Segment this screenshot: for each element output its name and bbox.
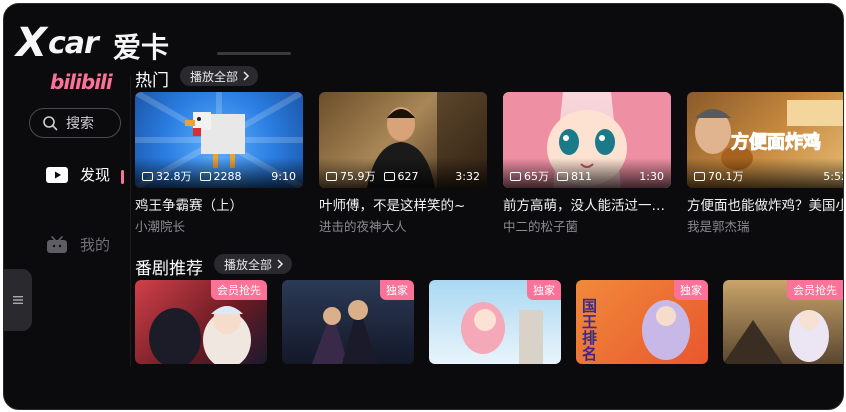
video-duration: 9:10: [271, 169, 296, 183]
exclusive-badge: 独家: [674, 280, 708, 300]
video-stats: 65万 811 1:30: [510, 168, 664, 184]
sidebar-item-mine[interactable]: 我的: [46, 234, 110, 255]
sidebar-divider: [130, 76, 131, 366]
video-thumbnail: 32.8万 2288 9:10: [135, 92, 303, 188]
play-all-label: 播放全部: [224, 257, 273, 272]
video-author: 中二的松子菌: [503, 219, 579, 234]
poster-overlay-text: 国王排名: [582, 297, 598, 363]
section-title-anime: 番剧推荐: [135, 259, 203, 279]
section-title-hot: 热门: [135, 71, 169, 91]
video-duration: 1:30: [639, 169, 664, 183]
views-icon: [510, 171, 521, 181]
video-title: 叶师傅，不是这样笑的~: [319, 198, 466, 214]
sidebar-item-discover[interactable]: 发现: [46, 164, 110, 185]
watermark-cn: 爱卡: [113, 31, 170, 64]
exclusive-badge: 独家: [527, 280, 561, 300]
video-thumbnail: 方便面炸鸡 70.1万 5:52: [687, 92, 843, 188]
views-icon: [326, 171, 337, 181]
exclusive-badge: 独家: [380, 280, 414, 300]
device-frame: X car 爱卡 bilibili 搜索 发现 我的 热门 播放全部 32.8万…: [0, 0, 846, 412]
video-card[interactable]: 65万 811 1:30 前方高萌，没人能活过一… 中二的松子菌: [503, 92, 671, 235]
bilibili-logo: bilibili: [50, 70, 113, 94]
video-title: 前方高萌，没人能活过一…: [503, 198, 665, 214]
chevron-right-icon: [277, 259, 284, 269]
video-thumbnail: 75.9万 627 3:32: [319, 92, 487, 188]
video-duration: 5:52: [823, 169, 843, 183]
danmaku-icon: [557, 171, 568, 181]
vip-badge: 会员抢先: [787, 280, 843, 300]
sidebar: X car 爱卡 bilibili 搜索 发现 我的: [4, 4, 169, 409]
play-all-hot-button[interactable]: 播放全部: [180, 66, 259, 86]
search-label: 搜索: [66, 116, 94, 132]
video-author: 进击的夜神大人: [319, 219, 407, 234]
anime-poster[interactable]: 独家: [429, 280, 561, 364]
anime-poster[interactable]: 国王排名 独家: [576, 280, 708, 364]
video-stats: 32.8万 2288 9:10: [142, 168, 296, 184]
video-author: 小潮院长: [135, 219, 186, 234]
vip-badge: 会员抢先: [211, 280, 267, 300]
thumbnail-overlay-text: 方便面炸鸡: [731, 132, 822, 154]
video-title: 鸡王争霸赛（上）: [135, 198, 243, 214]
video-card[interactable]: 32.8万 2288 9:10 鸡王争霸赛（上） 小潮院长: [135, 92, 303, 235]
search-button[interactable]: 搜索: [29, 108, 121, 138]
play-all-label: 播放全部: [190, 69, 239, 84]
app-screen: X car 爱卡 bilibili 搜索 发现 我的 热门 播放全部 32.8万…: [3, 3, 844, 410]
video-duration: 3:32: [455, 169, 480, 183]
sidebar-item-label: 我的: [80, 236, 111, 254]
active-indicator: [121, 170, 124, 184]
views-icon: [694, 171, 705, 181]
danmaku-icon: [383, 171, 395, 181]
video-thumbnail: 65万 811 1:30: [503, 92, 671, 188]
chevron-right-icon: [243, 71, 250, 81]
video-author: 我是郭杰瑞: [687, 219, 750, 234]
tv-icon: [47, 235, 67, 253]
video-card[interactable]: 75.9万 627 3:32 叶师傅，不是这样笑的~ 进击的夜神大人: [319, 92, 487, 235]
anime-poster[interactable]: 会员抢先: [135, 280, 267, 364]
top-indicator: [217, 52, 291, 55]
sidebar-toggle[interactable]: [4, 269, 32, 331]
video-title: 方便面也能做炸鸡？美国小: [687, 198, 844, 214]
play-icon: [46, 166, 68, 183]
menu-icon: [13, 296, 23, 304]
play-all-anime-button[interactable]: 播放全部: [214, 254, 293, 274]
video-stats: 70.1万 5:52: [694, 168, 843, 184]
anime-poster[interactable]: 独家: [282, 280, 414, 364]
sidebar-item-label: 发现: [80, 166, 111, 184]
watermark-car: car: [48, 26, 99, 61]
video-stats: 75.9万 627 3:32: [326, 168, 480, 184]
anime-poster[interactable]: 会员抢先: [723, 280, 843, 364]
watermark-x: X: [16, 20, 47, 66]
danmaku-icon: [199, 171, 211, 181]
search-icon: [43, 116, 58, 131]
video-card[interactable]: 方便面炸鸡 70.1万 5:52 方便面也能做炸鸡？美国小 我是郭杰瑞: [687, 92, 844, 235]
watermark-logo: X car 爱卡: [16, 20, 186, 66]
views-icon: [142, 171, 153, 181]
